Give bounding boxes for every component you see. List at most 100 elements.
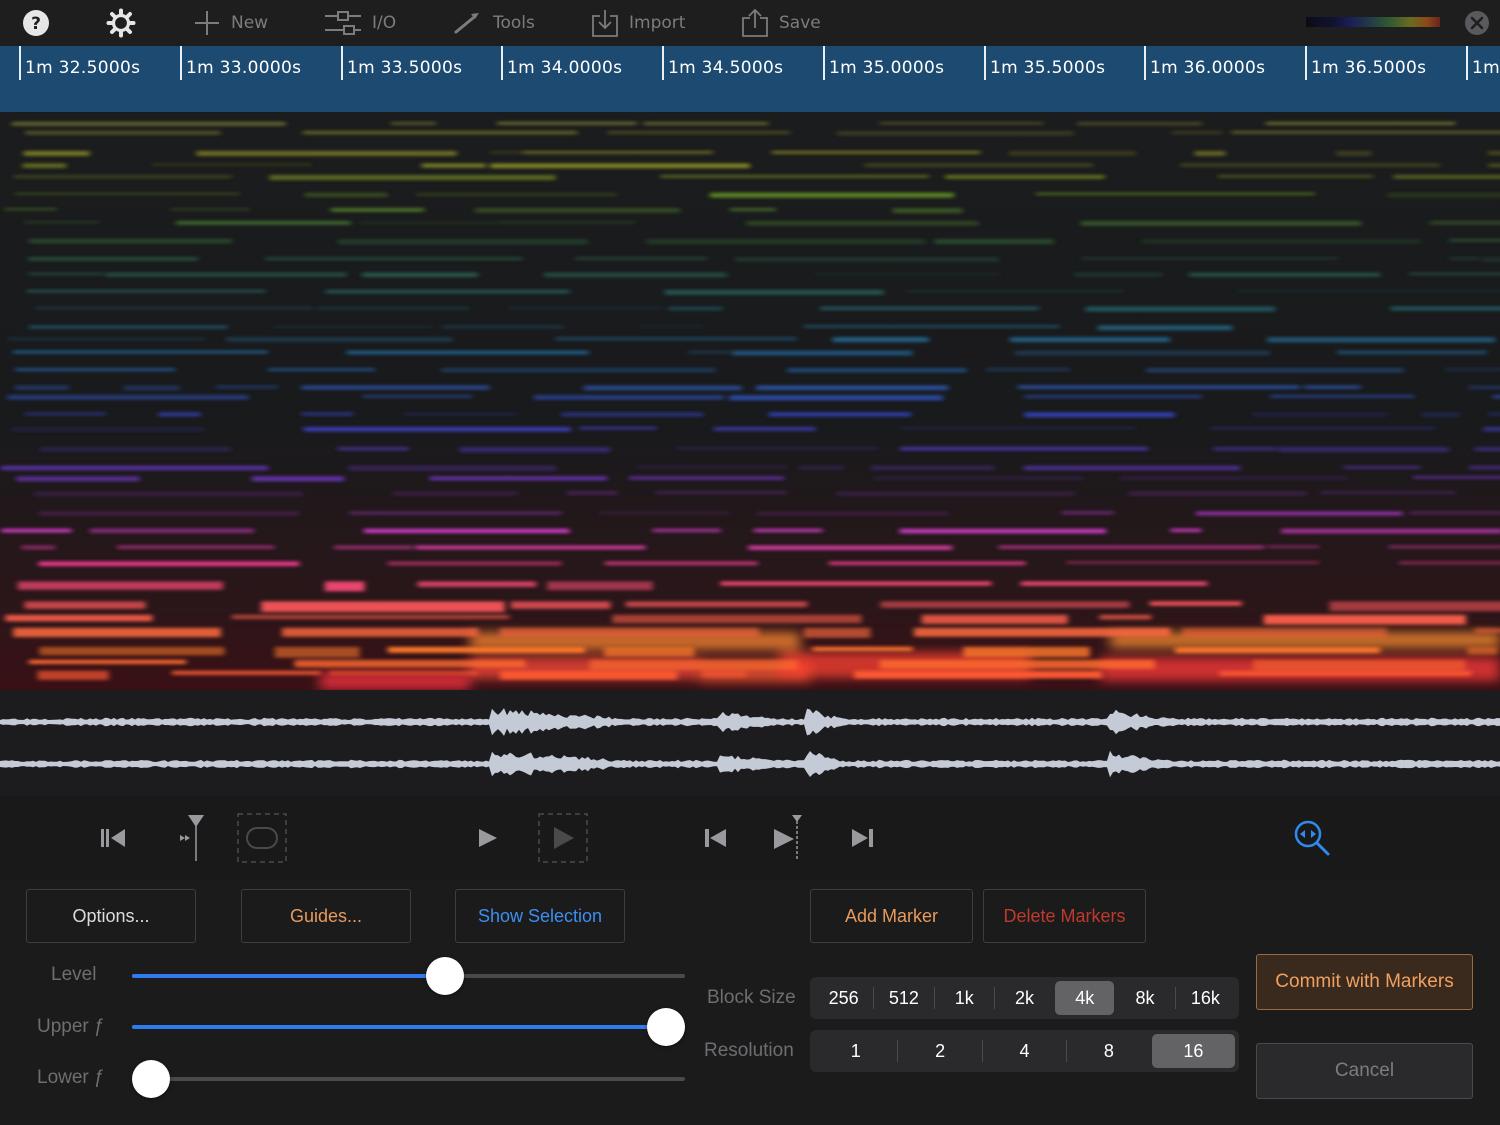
spectrogram-band [24, 412, 107, 416]
go-to-start-button[interactable] [96, 796, 130, 880]
spectrogram-band [497, 122, 637, 125]
block-seg-option[interactable]: 2k [995, 981, 1054, 1015]
spectrogram-band [629, 476, 785, 480]
spectrogram-band [1195, 511, 1403, 516]
guides-button[interactable]: Guides... [241, 889, 411, 943]
add-marker-button[interactable]: Add Marker [810, 889, 973, 943]
spectrogram-band [870, 465, 995, 470]
save-icon [742, 8, 768, 37]
waveform[interactable] [0, 690, 1500, 796]
block-seg-option[interactable]: 16k [1176, 981, 1235, 1015]
spectrogram-band [892, 208, 963, 213]
play-from-marker-icon [774, 815, 802, 861]
spectrogram-band [1066, 561, 1319, 564]
time-ruler[interactable]: 1m 32.5000s 1m 33.0000s 1m 33.5000s 1m 3… [0, 46, 1500, 112]
spectrogram-band [489, 151, 523, 154]
block-seg-option[interactable]: 8k [1115, 981, 1174, 1015]
zoom-fit-button[interactable] [1292, 796, 1332, 880]
spectrogram-band [583, 385, 742, 391]
spectrogram-band [1474, 447, 1500, 452]
spectrogram-band [652, 528, 721, 533]
block-seg-option[interactable]: 512 [874, 981, 933, 1015]
res-seg-option[interactable]: 4 [983, 1034, 1066, 1068]
set-start-marker-button[interactable] [174, 796, 208, 880]
spectrogram-band [1017, 385, 1300, 389]
commit-with-markers-button[interactable]: Commit with Markers [1256, 954, 1473, 1010]
new-button[interactable]: New [193, 0, 268, 46]
spectrogram-band [269, 175, 556, 181]
spectrogram-band [814, 272, 1001, 276]
spectrogram-band [1492, 395, 1500, 399]
play-from-marker-button[interactable] [768, 796, 808, 880]
spectrogram-band [1182, 627, 1387, 638]
spectrogram-band [15, 368, 176, 372]
io-label: I/O [372, 13, 397, 33]
close-button[interactable] [1464, 0, 1490, 46]
spectrogram-band [29, 325, 228, 329]
spectrogram-band [1080, 221, 1362, 226]
spectrogram-band [625, 601, 808, 608]
set-start-marker-icon [180, 815, 204, 861]
block-seg-option[interactable]: 256 [814, 981, 873, 1015]
spectrogram-band [1320, 491, 1456, 494]
play-selection-icon [538, 813, 588, 863]
play-button[interactable] [470, 796, 504, 880]
spectrogram-band [768, 412, 911, 417]
spectrogram-band [330, 208, 425, 212]
lower-frequency-slider[interactable] [132, 1060, 685, 1098]
spectrogram-band [1170, 528, 1202, 532]
previous-marker-button[interactable] [698, 796, 732, 880]
spectrogram-band [13, 627, 221, 638]
res-seg-option[interactable]: 16 [1151, 1034, 1236, 1068]
spectrogram-band [334, 545, 413, 550]
import-button[interactable]: Import [591, 0, 685, 46]
res-seg-option[interactable]: 1 [814, 1034, 897, 1068]
spectrogram-band [171, 670, 321, 675]
options-button[interactable]: Options... [26, 889, 196, 943]
tools-button[interactable]: Tools [453, 0, 535, 46]
spectrogram-band [1024, 412, 1175, 418]
spectrogram-band [1398, 561, 1500, 565]
upper-frequency-slider-thumb[interactable] [647, 1008, 685, 1046]
spectrogram-band [1343, 465, 1421, 469]
resolution-selector: 1 2 4 8 16 [810, 1030, 1239, 1072]
spectrogram-band [441, 368, 716, 372]
cancel-button[interactable]: Cancel [1256, 1043, 1473, 1099]
level-slider[interactable] [132, 957, 685, 995]
settings-button[interactable] [106, 0, 136, 46]
wrench-icon [454, 13, 479, 34]
spectrogram[interactable] [0, 112, 1500, 690]
loop-button[interactable] [237, 796, 287, 880]
spectrogram-band [832, 337, 929, 342]
io-button[interactable]: I/O [324, 0, 396, 46]
spectrogram-band [324, 581, 365, 592]
spectrogram-band [508, 306, 664, 310]
spectrogram-band [1, 528, 72, 533]
play-icon [479, 829, 497, 847]
upper-frequency-slider[interactable] [132, 1008, 685, 1046]
spectrogram-band [756, 385, 949, 390]
spectrogram-band [1073, 272, 1163, 277]
level-slider-thumb[interactable] [426, 957, 464, 995]
level-label: Level [51, 964, 97, 985]
delete-markers-button[interactable]: Delete Markers [983, 889, 1146, 943]
save-button[interactable]: Save [741, 0, 821, 46]
spectrogram-band [421, 163, 486, 168]
lower-frequency-slider-thumb[interactable] [132, 1060, 170, 1098]
spectrogram-band [998, 545, 1265, 549]
spectrogram-band [771, 151, 981, 154]
play-selection-button[interactable] [538, 796, 588, 880]
next-marker-button[interactable] [846, 796, 880, 880]
zoom-fit-icon [1294, 820, 1330, 856]
res-seg-option[interactable]: 8 [1067, 1034, 1150, 1068]
spectrogram-band [668, 306, 723, 311]
block-seg-option[interactable]: 1k [935, 981, 994, 1015]
block-seg-option[interactable]: 4k [1055, 981, 1115, 1015]
transport-bar [0, 796, 1500, 880]
res-seg-option[interactable]: 2 [898, 1034, 981, 1068]
show-selection-button[interactable]: Show Selection [455, 889, 625, 943]
spectrogram-band [1252, 412, 1388, 417]
help-button[interactable]: ? [22, 0, 50, 46]
spectrogram-band [123, 385, 180, 391]
spectrogram-band [945, 175, 1105, 179]
